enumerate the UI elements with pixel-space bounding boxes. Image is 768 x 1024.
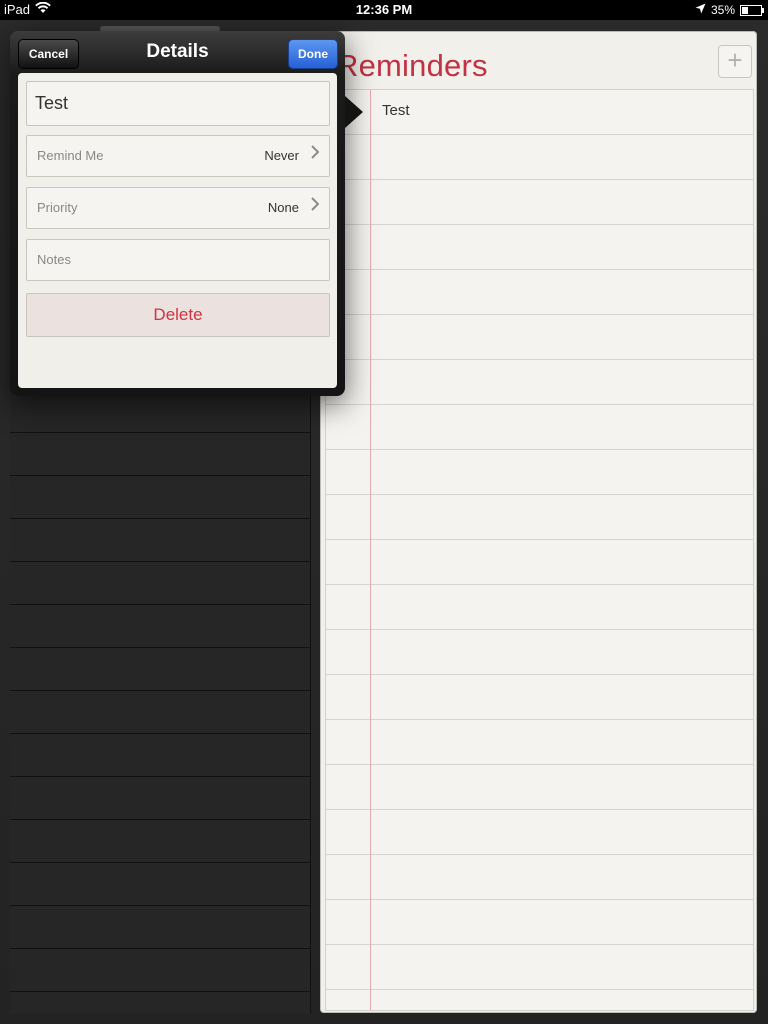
priority-value: None <box>267 200 299 215</box>
details-popover: Cancel Details Done Test Remind Me Never… <box>10 31 345 396</box>
margin-line <box>370 90 371 1010</box>
remind-me-label: Remind Me <box>37 148 104 163</box>
battery-percentage: 35% <box>710 3 735 17</box>
delete-button[interactable]: Delete <box>26 293 330 337</box>
status-right: 35% <box>695 0 764 20</box>
status-time: 12:36 PM <box>355 2 413 17</box>
remind-me-row[interactable]: Remind Me Never <box>26 135 330 177</box>
notes-field[interactable]: Notes <box>26 239 330 281</box>
location-arrow-icon <box>695 0 706 20</box>
done-button[interactable]: Done <box>288 39 338 69</box>
list-item[interactable]: Test <box>382 102 410 119</box>
reminders-panel: Reminders + Test <box>320 31 757 1013</box>
remind-me-value: Never <box>264 148 299 163</box>
reminder-title-text: Test <box>35 93 69 113</box>
lists-sidebar[interactable] <box>10 390 311 1014</box>
chevron-right-icon <box>311 145 320 164</box>
page-title: Reminders <box>336 48 488 83</box>
priority-label: Priority <box>37 200 78 215</box>
battery-icon <box>740 4 764 16</box>
popover-arrow <box>345 96 363 128</box>
status-bar: iPad 12:36 PM 35% <box>0 0 768 20</box>
add-reminder-button[interactable]: + <box>718 45 752 78</box>
reminder-title-field[interactable]: Test <box>26 81 330 126</box>
notes-placeholder: Notes <box>37 252 71 267</box>
details-form: Test Remind Me Never Priority None Notes… <box>18 73 337 388</box>
chevron-right-icon <box>311 197 320 216</box>
priority-row[interactable]: Priority None <box>26 187 330 229</box>
reminders-list: Test <box>325 89 754 1011</box>
